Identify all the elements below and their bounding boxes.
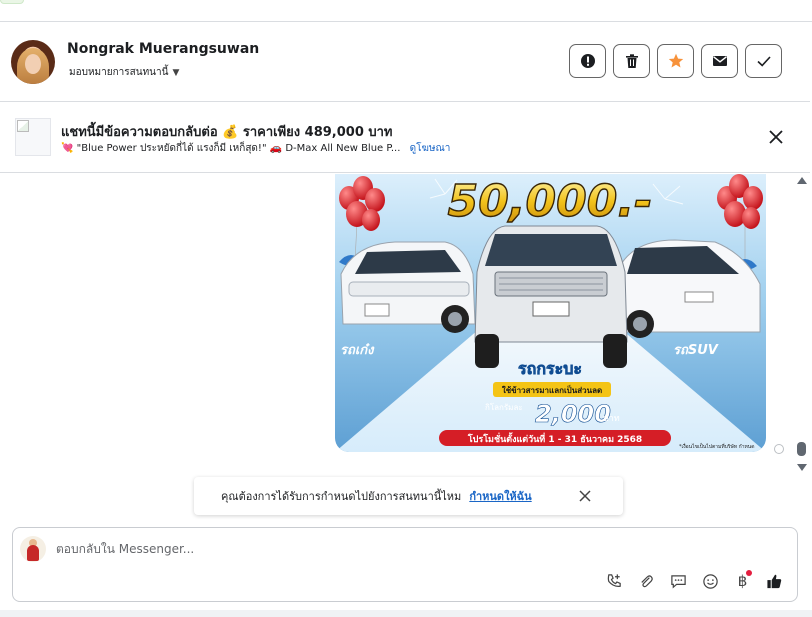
ad-thumbnail[interactable] [15, 118, 51, 156]
call-add-icon [607, 573, 621, 587]
right-car-label: รถSUV [673, 343, 719, 358]
read-receipt-indicator [774, 444, 784, 454]
chevron-down-icon: ▼ [172, 67, 180, 78]
promo-headline: 50,000.- [448, 176, 653, 227]
kilo-label: กิโลกรัมละ [485, 402, 523, 412]
message-scrollbar[interactable] [795, 174, 810, 474]
alert-icon [580, 54, 595, 68]
promo-tag: ใช้ข้าวสารมาแลกเป็นส่วนลด [502, 384, 602, 395]
scroll-down-arrow-icon[interactable] [797, 464, 807, 471]
ad-context-bar: แชทนี้มีข้อความตอบกลับต่อ 💰 ราคาเพียง 48… [0, 102, 810, 173]
page-avatar [20, 536, 46, 562]
pickup-label: รถกระบะ [518, 359, 582, 378]
envelope-icon [712, 56, 727, 66]
close-icon[interactable] [767, 128, 785, 146]
assign-prompt-question: คุณต้องการได้รับการกำหนดไปยังการสนทนานี้… [221, 490, 462, 503]
mark-unread-button[interactable] [701, 44, 738, 78]
contact-avatar[interactable] [11, 40, 55, 84]
ad-title: แชทนี้มีข้อความตอบกลับต่อ 💰 ราคาเพียง 48… [61, 125, 393, 140]
chat-bubble-icon [671, 574, 686, 589]
assign-label: มอบหมายการสนทนานี้ [69, 67, 169, 78]
thumbs-up-icon [767, 574, 782, 588]
ad-subtitle: 💘 "Blue Power ประหยัดกี่ได้ แรงก็มี เหก็… [61, 141, 450, 156]
ad-subtitle-text: 💘 "Blue Power ประหยัดกี่ได้ แรงก็มี เหก็… [61, 143, 401, 154]
reply-input[interactable] [56, 540, 556, 558]
scroll-thumb[interactable] [797, 442, 806, 456]
tab-pill[interactable] [0, 0, 24, 4]
trash-icon [625, 54, 638, 68]
broken-image-icon [17, 120, 29, 132]
assign-to-me-prompt: คุณต้องการได้รับการกำหนดไปยังการสนทนานี้… [194, 477, 623, 515]
star-icon [668, 53, 683, 68]
promo-image-message[interactable]: 50,000.- รถเก๋ง รถSUV รถกระบะ ใช้ข้าวสาร… [335, 174, 766, 452]
mark-done-button[interactable] [745, 44, 782, 78]
contact-name[interactable]: Nongrak Muerangsuwan [67, 41, 259, 57]
bottom-edge [0, 610, 812, 617]
attach-button[interactable] [634, 570, 659, 592]
close-icon[interactable] [578, 489, 592, 503]
promo-fine-print: *เงื่อนไขเป็นไปตามที่บริษัท กำหนด [679, 442, 754, 450]
promo-image: 50,000.- รถเก๋ง รถSUV รถกระบะ ใช้ข้าวสาร… [335, 174, 766, 452]
check-icon [756, 56, 771, 67]
inbox-conversation-panel: Nongrak Muerangsuwan มอบหมายการสนทนานี้ … [0, 0, 812, 617]
saved-replies-button[interactable] [666, 570, 691, 592]
emoji-icon [703, 573, 718, 589]
star-button[interactable] [657, 44, 694, 78]
reply-composer: ฿ [12, 527, 798, 602]
payment-button[interactable]: ฿ [730, 570, 755, 592]
flag-button[interactable] [569, 44, 606, 78]
paperclip-icon [641, 574, 653, 587]
composer-toolbar: ฿ [602, 570, 787, 592]
like-button[interactable] [762, 570, 787, 592]
delete-button[interactable] [613, 44, 650, 78]
call-add-button[interactable] [602, 570, 627, 592]
scroll-up-arrow-icon[interactable] [797, 177, 807, 184]
avatar-face [25, 54, 41, 74]
header-actions [569, 44, 782, 78]
notification-dot [746, 570, 752, 576]
kilo-unit: บาท [603, 414, 620, 424]
view-ad-link[interactable]: ดูโฆษณา [410, 143, 451, 154]
kilo-price: 2,000 [535, 400, 611, 428]
message-thread: 50,000.- รถเก๋ง รถSUV รถกระบะ ใช้ข้าวสาร… [0, 174, 795, 524]
assign-to-me-link[interactable]: กำหนดให้ฉัน [469, 487, 531, 505]
avatar-body [27, 545, 39, 561]
top-tab-strip [0, 0, 812, 22]
emoji-button[interactable] [698, 570, 723, 592]
left-car-label: รถเก๋ง [340, 343, 375, 358]
conversation-header: Nongrak Muerangsuwan มอบหมายการสนทนานี้ … [0, 22, 810, 102]
assign-conversation-dropdown[interactable]: มอบหมายการสนทนานี้ ▼ [69, 65, 179, 80]
